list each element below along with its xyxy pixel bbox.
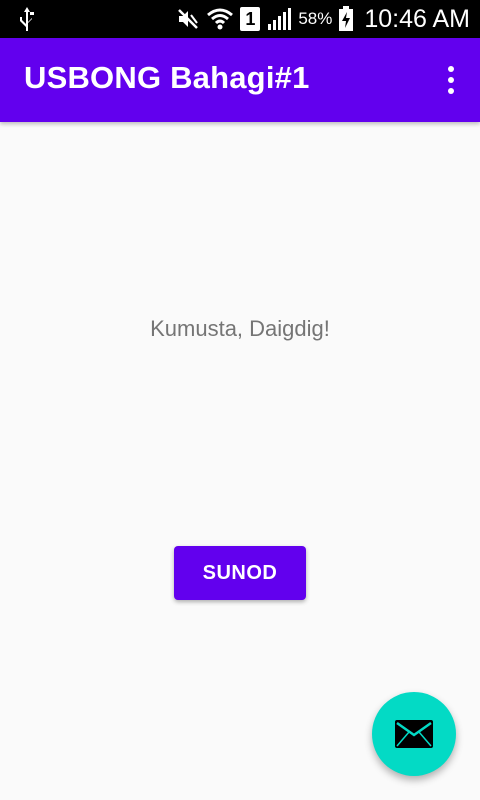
greeting-text: Kumusta, Daigdig! [150,316,330,341]
mute-icon [178,9,199,29]
usb-icon [20,7,34,31]
app-title: USBONG Bahagi#1 [24,60,310,95]
sim-icon: 1 [240,7,261,31]
overflow-dot [448,66,454,72]
email-fab[interactable] [372,692,456,776]
app-bar: USBONG Bahagi#1 [0,38,480,122]
status-time: 10:46 AM [364,4,470,33]
battery-percent: 58% [298,9,333,28]
status-bar: 1 58% 10:46 AM [0,0,480,38]
sim-slot-number: 1 [245,8,256,29]
email-icon [395,720,433,748]
status-icons: 1 58% 10:46 AM [176,0,470,38]
battery-charging-icon [339,6,354,31]
next-button[interactable]: SUNOD [174,546,306,600]
overflow-dot [448,77,454,83]
signal-icon [268,8,292,30]
overflow-dot [448,88,454,94]
wifi-icon [207,8,234,30]
more-vert-icon[interactable] [440,62,462,98]
